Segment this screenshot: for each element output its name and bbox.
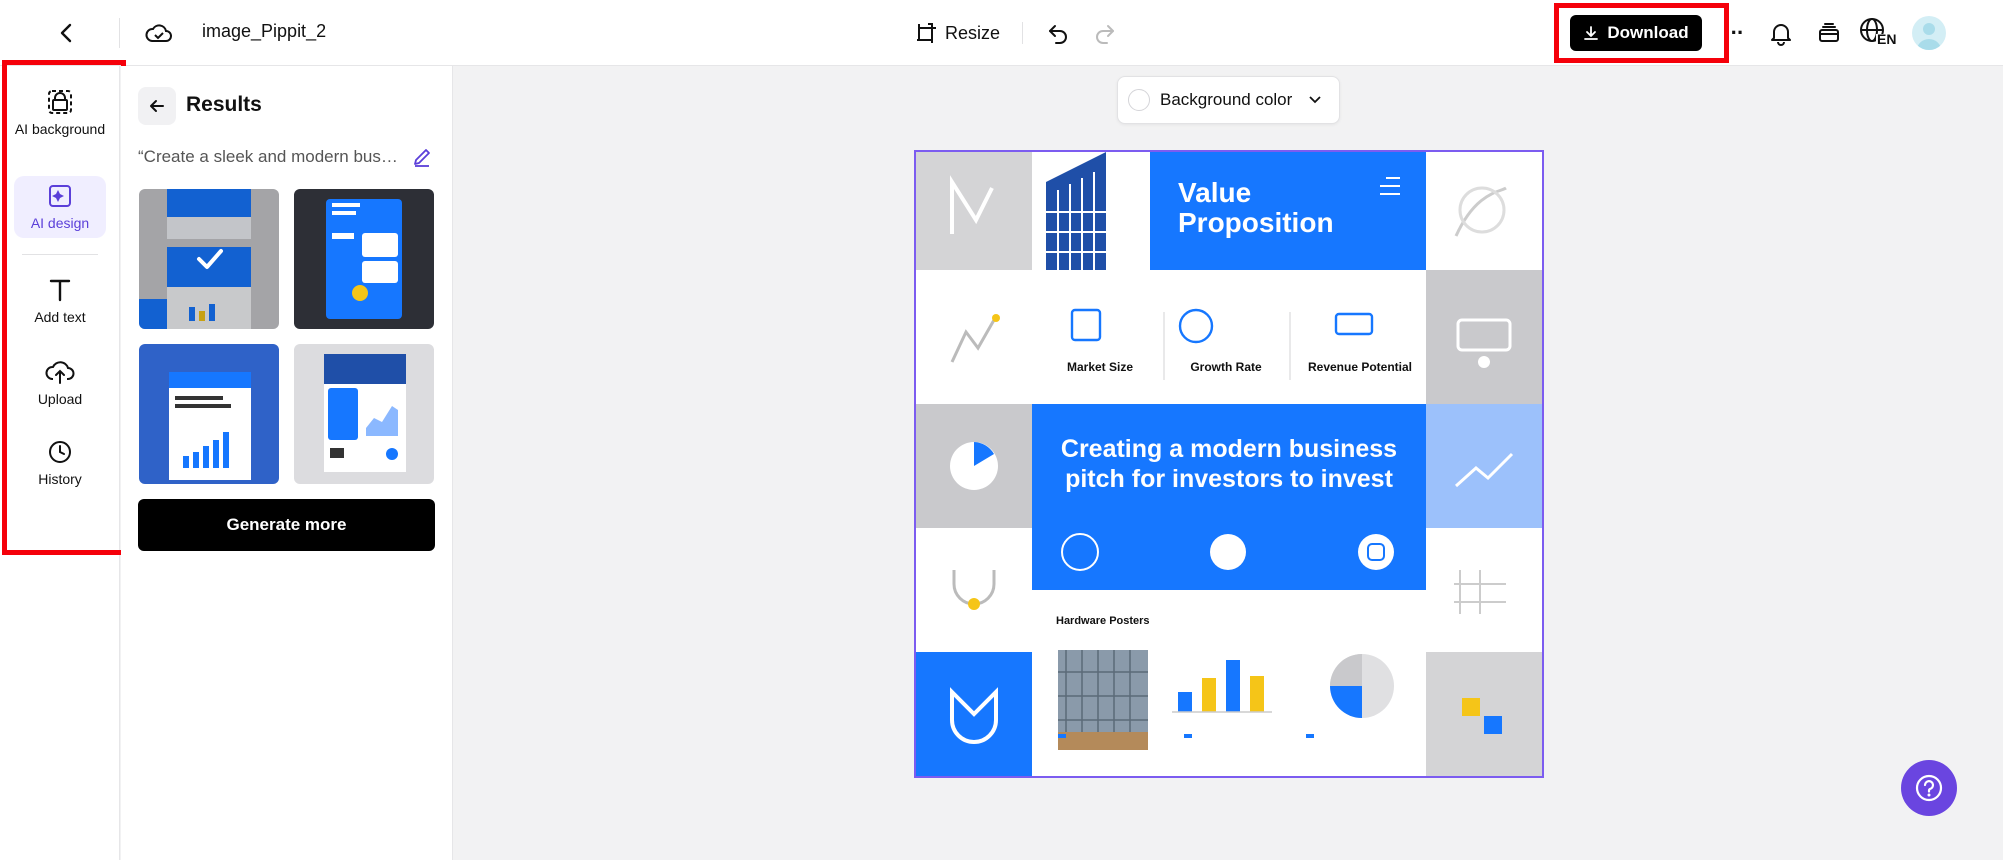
results-title: Results	[186, 93, 262, 116]
avatar[interactable]	[1912, 16, 1946, 50]
cloud-save-icon[interactable]	[143, 17, 175, 49]
file-name[interactable]: image_Pippit_20	[202, 21, 326, 42]
thumbnail-image	[294, 344, 434, 484]
thumbnail-image	[294, 189, 434, 329]
undo-button[interactable]	[1042, 17, 1074, 49]
background-color-picker[interactable]: Background color	[1117, 76, 1340, 124]
resize-icon	[917, 23, 936, 43]
divider	[119, 18, 120, 48]
generate-more-button[interactable]: Generate more	[138, 499, 435, 551]
chevron-left-icon	[60, 23, 72, 43]
results-panel: Results “Create a sleek and modern busin…	[121, 66, 453, 860]
pencil-icon	[414, 149, 430, 167]
result-thumbnail[interactable]	[139, 189, 279, 329]
language-code: EN	[1877, 31, 1897, 47]
metric-label: Revenue Potential	[1307, 360, 1413, 374]
design-headline: Creating a modern business pitch for inv…	[1060, 435, 1398, 493]
background-color-label: Background color	[1160, 90, 1293, 109]
result-thumbnail[interactable]	[139, 344, 279, 484]
prompt-text: “Create a sleek and modern business pitc…	[138, 147, 400, 166]
layers-button[interactable]	[1812, 17, 1846, 49]
result-thumbnail[interactable]	[294, 189, 434, 329]
undo-icon	[1049, 25, 1067, 44]
design-canvas[interactable]: Value Proposition Market Size Growth Rat…	[914, 150, 1544, 778]
stack-icon	[1819, 23, 1839, 42]
arrow-left-icon	[150, 100, 164, 112]
design-title: Value Proposition	[1178, 177, 1334, 238]
help-button[interactable]	[1901, 760, 1957, 816]
notifications-button[interactable]	[1764, 17, 1798, 49]
resize-button[interactable]: Resize	[915, 17, 1000, 49]
redo-icon	[1096, 25, 1114, 44]
question-icon	[1915, 774, 1943, 802]
results-back-button[interactable]	[138, 87, 176, 125]
user-icon	[1917, 23, 1941, 50]
redo-button[interactable]	[1089, 17, 1121, 49]
back-button[interactable]	[52, 18, 82, 48]
result-thumbnail[interactable]	[294, 344, 434, 484]
edit-prompt-button[interactable]	[411, 146, 435, 170]
language-button[interactable]: EN	[1858, 16, 1898, 50]
thumbnail-image	[139, 344, 279, 484]
color-swatch	[1128, 89, 1150, 111]
report-title: Hardware Posters	[1056, 615, 1150, 627]
rail-highlight	[2, 60, 126, 555]
metric-label: Growth Rate	[1190, 360, 1262, 374]
download-highlight	[1554, 3, 1729, 63]
chevron-down-icon	[1309, 96, 1321, 104]
metric-label: Market Size	[1066, 360, 1134, 374]
divider	[1022, 22, 1023, 44]
thumbnail-image	[139, 189, 279, 329]
bell-icon	[1771, 24, 1791, 46]
resize-label: Resize	[945, 22, 1001, 43]
